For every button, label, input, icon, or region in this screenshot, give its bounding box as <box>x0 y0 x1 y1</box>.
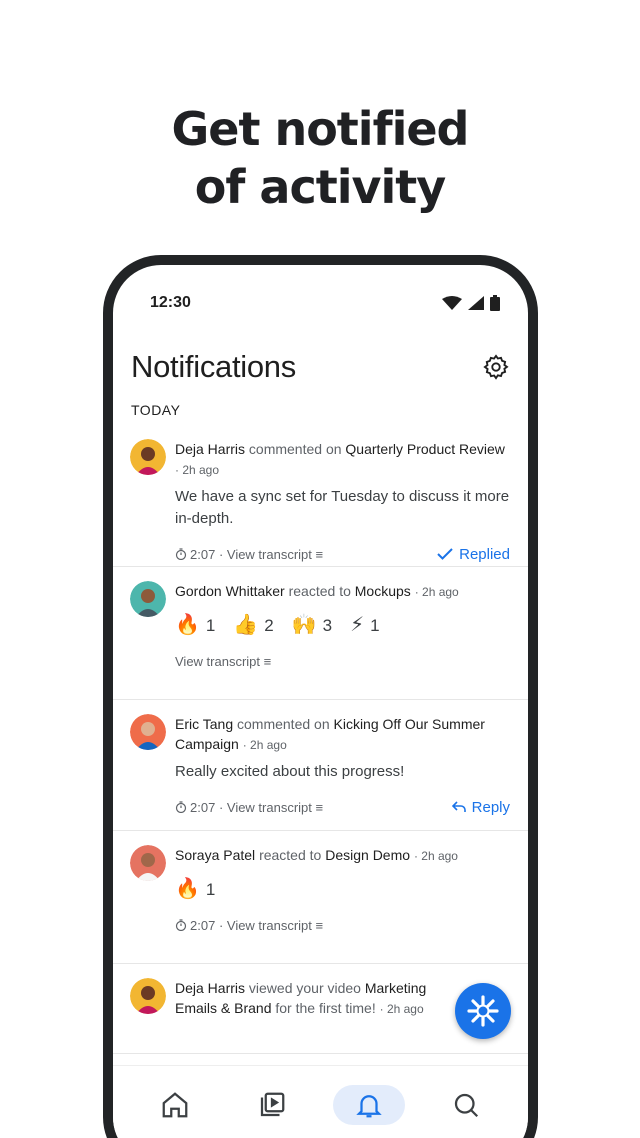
nav-library[interactable] <box>236 1085 308 1125</box>
reaction[interactable]: 🔥 1 <box>175 876 215 901</box>
record-fab-button[interactable] <box>455 983 511 1039</box>
avatar <box>130 581 166 617</box>
gear-icon[interactable] <box>482 353 510 381</box>
search-icon <box>454 1093 478 1117</box>
actor-name: Deja Harris <box>175 980 246 996</box>
fire-icon: 🔥 <box>175 878 200 900</box>
phone-frame: 12:30 Notifications TODAY Deja Harris co… <box>103 255 538 1138</box>
section-label: TODAY <box>131 402 181 418</box>
timestamp: · 2h ago <box>379 1002 424 1016</box>
transcript-icon: ≡ <box>315 799 324 815</box>
comment-text: Really excited about this progress! <box>175 763 405 780</box>
lightning-icon: ⚡ <box>350 614 365 636</box>
view-transcript-link[interactable]: · View transcript <box>219 918 312 933</box>
view-transcript-link[interactable]: · View transcript <box>219 800 312 815</box>
sparkle-icon <box>467 995 499 1027</box>
nav-notifications[interactable] <box>332 1084 405 1125</box>
reaction-list: 🔥 1 👍 2 🙌 3 ⚡ 1 <box>175 612 510 637</box>
duration: 2:07 <box>190 917 216 933</box>
headline-line-1: Get notified <box>171 102 470 156</box>
timestamp: · 2h ago <box>242 738 287 752</box>
replied-status: Replied <box>437 546 510 563</box>
signal-icon <box>468 296 484 310</box>
status-bar: 12:30 <box>150 291 500 315</box>
target-link[interactable]: Mockups <box>355 583 411 599</box>
reaction[interactable]: 👍 2 <box>233 612 273 637</box>
headline: Get notified of activity <box>0 100 640 216</box>
avatar <box>130 439 166 475</box>
avatar <box>130 978 166 1014</box>
transcript-icon: ≡ <box>263 653 272 669</box>
battery-icon <box>490 295 500 311</box>
notification-item[interactable]: Soraya Patel reacted to Design Demo · 2h… <box>113 831 528 964</box>
reaction[interactable]: 🙌 3 <box>292 612 332 637</box>
transcript-icon: ≡ <box>315 917 324 933</box>
thumbs-up-icon: 👍 <box>233 614 259 636</box>
reaction[interactable]: 🔥 1 <box>175 612 215 637</box>
actor-name: Eric Tang <box>175 716 234 732</box>
page-title: Notifications <box>131 349 296 384</box>
notification-item[interactable]: Eric Tang commented on Kicking Off Our S… <box>113 700 528 831</box>
bell-icon <box>356 1094 382 1117</box>
raised-hands-icon: 🙌 <box>291 614 317 636</box>
reply-button[interactable]: Reply <box>451 799 510 816</box>
video-library-icon <box>261 1092 285 1116</box>
check-icon <box>437 548 453 560</box>
comment-text: We have a sync set for Tuesday to discus… <box>175 488 510 527</box>
notification-item[interactable]: Deja Harris commented on Quarterly Produ… <box>113 425 528 567</box>
timestamp: · 2h ago <box>414 585 459 599</box>
timestamp: · 2h ago <box>175 463 220 477</box>
transcript-icon: ≡ <box>315 546 324 562</box>
avatar <box>130 845 166 881</box>
duration: 2:07 <box>190 799 216 815</box>
view-transcript-link[interactable]: · View transcript <box>219 547 312 562</box>
target-link[interactable]: Design Demo <box>325 847 410 863</box>
notification-feed: Deja Harris commented on Quarterly Produ… <box>113 425 528 1054</box>
wifi-icon <box>442 296 462 310</box>
timer-icon <box>175 548 187 560</box>
reaction-list: 🔥 1 <box>175 876 510 901</box>
timestamp: · 2h ago <box>413 849 458 863</box>
timer-icon <box>175 919 187 931</box>
target-link[interactable]: Quarterly Product Review <box>345 441 505 457</box>
nav-search[interactable] <box>430 1085 502 1125</box>
header: Notifications <box>131 345 510 389</box>
duration: 2:07 <box>190 546 216 562</box>
actor-name: Soraya Patel <box>175 847 256 863</box>
status-time: 12:30 <box>150 294 191 311</box>
actor-name: Deja Harris <box>175 441 246 457</box>
timer-icon <box>175 801 187 813</box>
actor-name: Gordon Whittaker <box>175 583 285 599</box>
view-transcript-link[interactable]: View transcript <box>175 654 260 669</box>
notification-item[interactable]: Gordon Whittaker reacted to Mockups · 2h… <box>113 567 528 700</box>
bottom-nav <box>113 1065 528 1138</box>
home-icon <box>163 1091 188 1117</box>
headline-line-2: of activity <box>194 160 446 214</box>
reaction[interactable]: ⚡ 1 <box>350 612 380 637</box>
nav-home[interactable] <box>139 1085 211 1125</box>
fire-icon: 🔥 <box>175 614 200 636</box>
avatar <box>130 714 166 750</box>
reply-arrow-icon <box>451 801 466 812</box>
